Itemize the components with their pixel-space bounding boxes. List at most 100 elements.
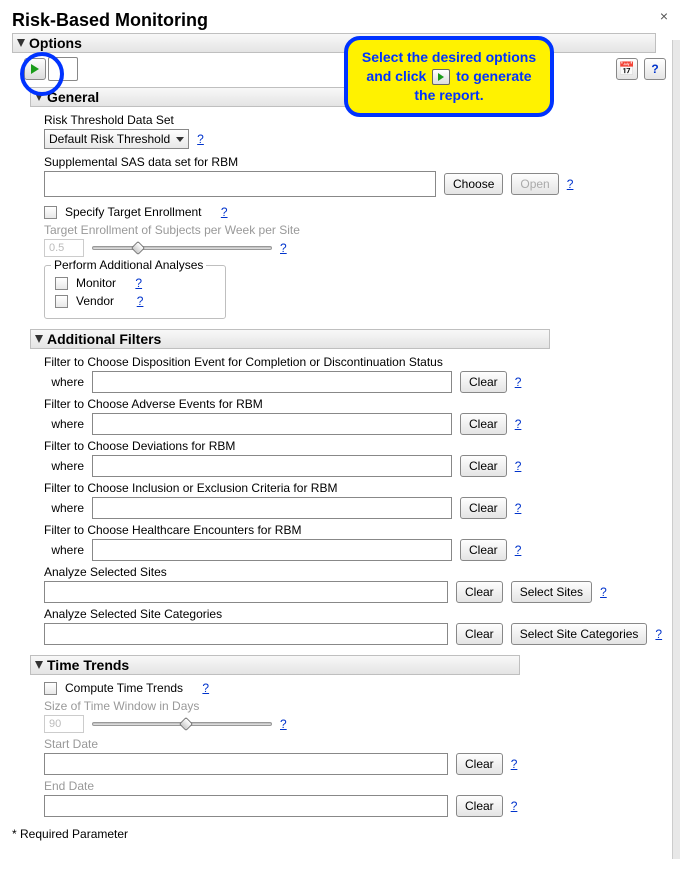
choose-button[interactable]: Choose: [444, 173, 503, 195]
filters-section-header[interactable]: Additional Filters: [30, 329, 550, 349]
disclosure-triangle-icon: [35, 335, 43, 343]
filter4-label: Filter to Choose Inclusion or Exclusion …: [44, 481, 660, 495]
help-icon-button[interactable]: ?: [644, 58, 666, 80]
risk-threshold-select[interactable]: Default Risk Threshold: [44, 129, 189, 149]
filter4-clear-button[interactable]: Clear: [460, 497, 507, 519]
filter2-clear-button[interactable]: Clear: [460, 413, 507, 435]
filters-header-label: Additional Filters: [47, 331, 161, 347]
help-link[interactable]: ?: [202, 681, 209, 695]
target-enroll-label: Target Enrollment of Subjects per Week p…: [44, 223, 660, 237]
filter3-clear-button[interactable]: Clear: [460, 455, 507, 477]
filter1-input[interactable]: [92, 371, 452, 393]
where-label: where: [44, 375, 84, 389]
help-link[interactable]: ?: [197, 132, 204, 146]
help-link[interactable]: ?: [600, 585, 607, 599]
help-link[interactable]: ?: [280, 717, 287, 731]
help-link[interactable]: ?: [515, 543, 522, 557]
analyze-sites-label: Analyze Selected Sites: [44, 565, 660, 579]
slider-thumb-icon: [179, 717, 193, 731]
where-label: where: [44, 501, 84, 515]
slider-thumb-icon: [131, 241, 145, 255]
supplemental-input[interactable]: [44, 171, 436, 197]
end-date-clear-button[interactable]: Clear: [456, 795, 503, 817]
monitor-checkbox[interactable]: [55, 277, 68, 290]
filter1-label: Filter to Choose Disposition Event for C…: [44, 355, 660, 369]
help-link[interactable]: ?: [280, 241, 287, 255]
select-cats-button[interactable]: Select Site Categories: [511, 623, 648, 645]
end-date-input[interactable]: [44, 795, 448, 817]
vertical-scrollbar[interactable]: [672, 40, 680, 859]
target-enroll-slider: [92, 246, 272, 250]
start-date-label: Start Date: [44, 737, 660, 751]
calendar-icon: 📅: [619, 61, 635, 77]
disclosure-triangle-icon: [35, 93, 43, 101]
vendor-checkbox[interactable]: [55, 295, 68, 308]
dropdown-arrow-icon: [176, 137, 184, 142]
start-date-clear-button[interactable]: Clear: [456, 753, 503, 775]
page-title: Risk-Based Monitoring: [12, 10, 668, 31]
time-section-header[interactable]: Time Trends: [30, 655, 520, 675]
options-header-label: Options: [29, 35, 82, 51]
instruction-callout: Select the desired options and click to …: [344, 36, 554, 117]
help-link[interactable]: ?: [137, 294, 144, 308]
analyze-sites-clear-button[interactable]: Clear: [456, 581, 503, 603]
general-header-label: General: [47, 89, 99, 105]
disclosure-triangle-icon: [17, 39, 25, 47]
time-header-label: Time Trends: [47, 657, 129, 673]
target-enroll-value: 0.5: [44, 239, 84, 257]
specify-target-label: Specify Target Enrollment: [65, 205, 202, 219]
help-link[interactable]: ?: [515, 459, 522, 473]
help-icon: ?: [651, 62, 658, 76]
help-link[interactable]: ?: [515, 417, 522, 431]
filter4-input[interactable]: [92, 497, 452, 519]
perform-analyses-group: Perform Additional Analyses Monitor ? Ve…: [44, 265, 226, 319]
specify-target-checkbox[interactable]: [44, 206, 57, 219]
help-link[interactable]: ?: [511, 757, 518, 771]
help-link[interactable]: ?: [515, 375, 522, 389]
filter5-input[interactable]: [92, 539, 452, 561]
open-button: Open: [511, 173, 558, 195]
where-label: where: [44, 417, 84, 431]
risk-threshold-value: Default Risk Threshold: [49, 132, 170, 146]
help-link[interactable]: ?: [221, 205, 228, 219]
filter2-label: Filter to Choose Adverse Events for RBM: [44, 397, 660, 411]
end-date-label: End Date: [44, 779, 660, 793]
perform-analyses-legend: Perform Additional Analyses: [51, 258, 206, 272]
help-link[interactable]: ?: [515, 501, 522, 515]
vendor-label: Vendor: [76, 294, 114, 308]
help-link[interactable]: ?: [511, 799, 518, 813]
run-button[interactable]: [24, 58, 46, 80]
calendar-icon-button[interactable]: 📅: [616, 58, 638, 80]
analyze-cats-clear-button[interactable]: Clear: [456, 623, 503, 645]
disclosure-triangle-icon: [35, 661, 43, 669]
supplemental-label: Supplemental SAS data set for RBM: [44, 155, 660, 169]
filter3-input[interactable]: [92, 455, 452, 477]
where-label: where: [44, 459, 84, 473]
toolbar-empty-field[interactable]: [48, 57, 78, 81]
help-link[interactable]: ?: [567, 177, 574, 191]
options-section-header[interactable]: Options: [12, 33, 656, 53]
window-slider: [92, 722, 272, 726]
filter2-input[interactable]: [92, 413, 452, 435]
help-link[interactable]: ?: [655, 627, 662, 641]
select-sites-button[interactable]: Select Sites: [511, 581, 592, 603]
compute-time-label: Compute Time Trends: [65, 681, 183, 695]
analyze-cats-label: Analyze Selected Site Categories: [44, 607, 660, 621]
required-footnote: * Required Parameter: [12, 827, 668, 841]
monitor-label: Monitor: [76, 276, 116, 290]
filter5-clear-button[interactable]: Clear: [460, 539, 507, 561]
start-date-input[interactable]: [44, 753, 448, 775]
close-icon[interactable]: ×: [660, 8, 668, 24]
window-value: 90: [44, 715, 84, 733]
window-label: Size of Time Window in Days: [44, 699, 660, 713]
analyze-sites-input[interactable]: [44, 581, 448, 603]
play-icon: [31, 64, 39, 74]
where-label: where: [44, 543, 84, 557]
help-link[interactable]: ?: [135, 276, 142, 290]
filter5-label: Filter to Choose Healthcare Encounters f…: [44, 523, 660, 537]
compute-time-checkbox[interactable]: [44, 682, 57, 695]
run-icon-inline: [432, 69, 450, 85]
filter3-label: Filter to Choose Deviations for RBM: [44, 439, 660, 453]
analyze-cats-input[interactable]: [44, 623, 448, 645]
filter1-clear-button[interactable]: Clear: [460, 371, 507, 393]
